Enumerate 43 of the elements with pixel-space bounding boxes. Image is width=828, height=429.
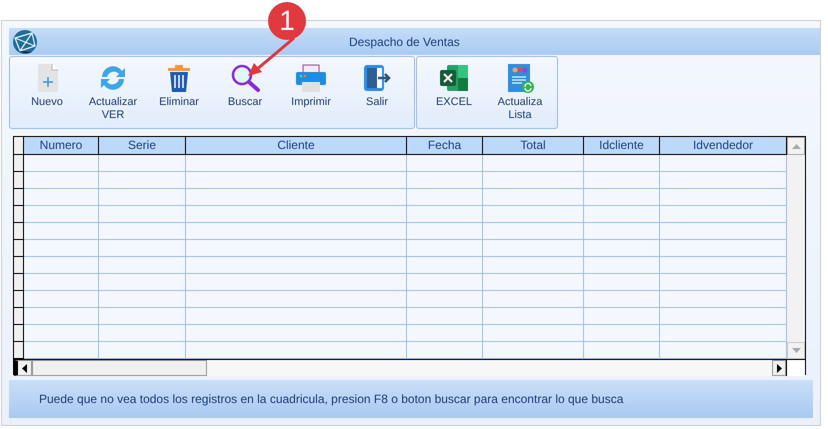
search-icon: [229, 62, 261, 94]
right-arrow-icon: [776, 364, 782, 372]
column-header[interactable]: Cliente: [186, 137, 407, 155]
exit-door-icon: [361, 62, 393, 94]
toolbar-button[interactable]: EXCEL: [421, 57, 487, 128]
row-header[interactable]: [14, 257, 24, 274]
toolbar-button[interactable]: Buscar: [212, 57, 278, 128]
column-header[interactable]: Fecha: [407, 137, 483, 155]
row-header[interactable]: [14, 325, 24, 342]
horizontal-scrollbar[interactable]: [14, 359, 805, 376]
row-header[interactable]: [14, 240, 24, 257]
scrollbar-thumb[interactable]: [32, 360, 207, 376]
left-arrow-icon: [22, 364, 27, 372]
up-arrow-icon: [792, 144, 800, 148]
globe-icon: [12, 28, 38, 54]
annotation-badge: 1: [268, 2, 306, 40]
scroll-right-button[interactable]: [772, 360, 786, 376]
column-header[interactable]: Idvendedor: [660, 137, 787, 155]
status-message: Puede que no vea todos los registros en la cuadricula, presion F8 o boton buscar para encontrar lo que busca: [39, 392, 624, 406]
row-header[interactable]: [14, 308, 24, 325]
toolbar-button[interactable]: Actualiza Lista: [487, 57, 553, 128]
column-header[interactable]: Serie: [99, 137, 186, 155]
row-header[interactable]: [14, 206, 24, 223]
row-header[interactable]: [14, 223, 24, 240]
scroll-left-button[interactable]: [14, 360, 32, 376]
toolbar-button[interactable]: Nuevo: [14, 57, 80, 128]
spreadsheet-icon: [438, 62, 470, 94]
row-header[interactable]: [14, 291, 24, 308]
down-arrow-icon: [792, 348, 800, 353]
toolbar-button[interactable]: Imprimir: [278, 57, 344, 128]
toolbar-button[interactable]: Actualizar VER: [80, 57, 146, 128]
row-header[interactable]: [14, 172, 24, 189]
row-header[interactable]: [14, 274, 24, 291]
printer-icon: [294, 62, 328, 94]
column-header[interactable]: Total: [483, 137, 584, 155]
column-header[interactable]: Numero: [24, 137, 99, 155]
row-header[interactable]: [14, 189, 24, 206]
toolbar-button[interactable]: Salir: [344, 57, 410, 128]
column-header[interactable]: Idcliente: [584, 137, 660, 155]
toolbar-button[interactable]: Eliminar: [146, 57, 212, 128]
row-header[interactable]: [14, 342, 24, 359]
window-title: Despacho de Ventas: [349, 34, 460, 48]
row-header[interactable]: [14, 155, 24, 172]
